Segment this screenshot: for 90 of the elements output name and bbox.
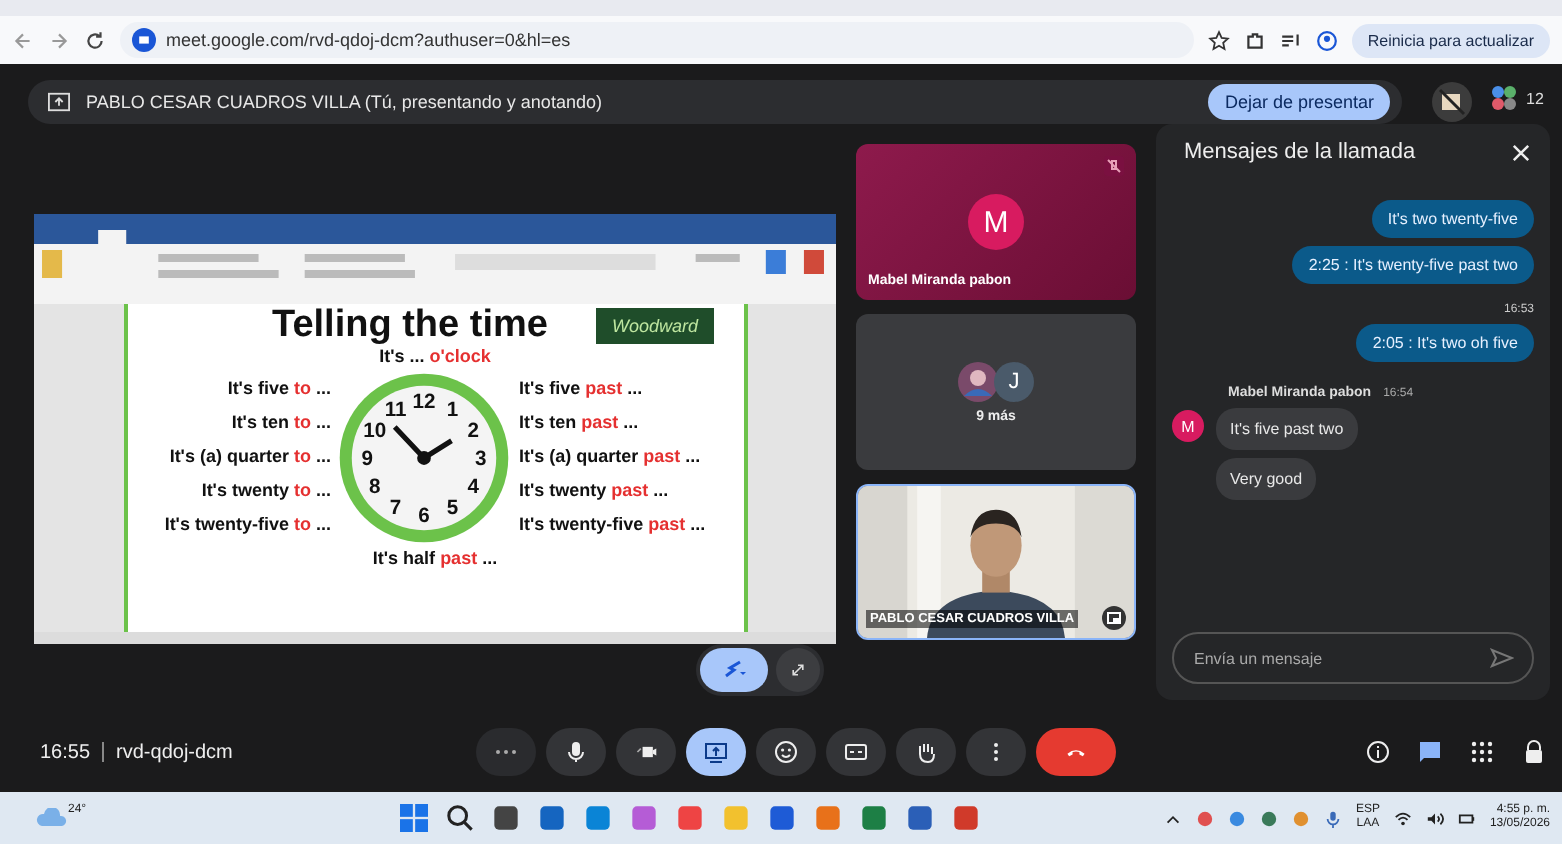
app-icon[interactable] — [768, 804, 796, 832]
clock-label: It's ten to ... — [231, 414, 331, 432]
clock-label: It's (a) quarter to ... — [169, 448, 331, 466]
chat-title: Mensajes de la llamada — [1184, 140, 1416, 164]
clock-number: 11 — [385, 398, 408, 421]
fullscreen-button[interactable] — [776, 648, 820, 692]
search-icon[interactable] — [446, 804, 474, 832]
clock-number: 9 — [362, 447, 374, 470]
clock-label: It's half past ... — [372, 549, 498, 567]
update-button[interactable]: Reinicia para actualizar — [1351, 23, 1550, 57]
clock-number: 10 — [364, 419, 388, 442]
clock-label: It's twenty-five to ... — [164, 516, 331, 534]
present-button[interactable] — [686, 728, 746, 776]
message-field[interactable]: Envía un mensaje — [1172, 632, 1534, 684]
emoji-button[interactable] — [756, 728, 816, 776]
send-icon[interactable] — [1490, 648, 1514, 668]
microphone-icon — [564, 740, 588, 764]
clock-label: It's twenty-five past ... — [518, 516, 706, 534]
pin-icon[interactable] — [1102, 606, 1126, 630]
meeting-time: 16:55 — [40, 741, 91, 763]
pen-icon — [722, 660, 746, 680]
app-icon[interactable] — [492, 804, 520, 832]
annotate-button[interactable] — [700, 648, 768, 692]
close-icon[interactable] — [1512, 143, 1530, 161]
start-icon[interactable] — [400, 804, 428, 832]
people-icon — [1490, 84, 1518, 112]
sent-message: It's two twenty-five — [1371, 200, 1534, 238]
star-icon[interactable] — [1207, 29, 1230, 51]
volume-icon[interactable] — [1425, 809, 1444, 827]
hangup-button[interactable] — [1036, 728, 1116, 776]
received-message: Very good — [1216, 458, 1317, 500]
microphone-icon[interactable] — [1323, 809, 1342, 827]
avatar — [958, 361, 998, 401]
hand-icon — [914, 740, 938, 764]
clock-number: 8 — [370, 476, 382, 499]
clock-number: 2 — [468, 419, 480, 442]
clock-number: 12 — [413, 391, 437, 414]
clock-number: 7 — [390, 497, 403, 520]
expand-icon — [790, 662, 806, 678]
battery-icon[interactable] — [1457, 809, 1476, 827]
present-icon — [48, 92, 70, 112]
presenter-name: PABLO CESAR CUADROS VILLA (Tú, presentando y anotando) — [86, 92, 604, 112]
app-icon[interactable] — [538, 804, 566, 832]
extensions-icon[interactable] — [1243, 29, 1266, 51]
app-icon[interactable] — [906, 804, 934, 832]
sent-message: 2:05 : It's two oh five — [1356, 324, 1534, 362]
chat-icon[interactable] — [1418, 740, 1442, 764]
sent-message: 2:25 : It's twenty-five past two — [1292, 246, 1534, 284]
captions-icon — [844, 740, 868, 764]
clock-number: 4 — [468, 476, 480, 499]
forward-icon[interactable] — [48, 29, 70, 51]
captions-button[interactable] — [826, 728, 886, 776]
profile-icon[interactable] — [1315, 29, 1338, 51]
clock-label: It's ... o'clock — [379, 347, 491, 365]
wifi-icon[interactable] — [1393, 809, 1412, 827]
site-icon — [132, 28, 156, 52]
meeting-code: rvd-qdoj-dcm — [116, 741, 233, 763]
clock-label: It's five past ... — [518, 380, 645, 398]
hand-button[interactable] — [896, 728, 956, 776]
logo: Woodward — [595, 307, 714, 343]
camera-button[interactable] — [616, 728, 676, 776]
participants-button[interactable]: 12 — [1490, 84, 1544, 112]
clock-label: It's twenty to ... — [201, 482, 331, 500]
address-bar[interactable]: meet.google.com/rvd-qdoj-dcm?authuser=0&hl=es — [120, 22, 1194, 58]
clock-label: It's twenty past ... — [518, 482, 671, 500]
stop-presenting-button[interactable]: Dejar de presentar — [1208, 84, 1390, 120]
avatar: M — [1172, 410, 1204, 442]
clock-number: 1 — [447, 398, 460, 421]
avatar: J — [994, 361, 1034, 401]
back-icon[interactable] — [12, 29, 34, 51]
clock-number: 5 — [447, 497, 460, 520]
clock-label: It's ten past ... — [518, 414, 641, 432]
clock-number: 3 — [476, 447, 488, 470]
present-icon — [704, 740, 728, 764]
clock-number: 6 — [419, 504, 431, 527]
emoji-icon — [774, 740, 798, 764]
clock-label: It's five to ... — [227, 380, 331, 398]
avatar: M — [968, 194, 1024, 250]
reload-icon[interactable] — [84, 29, 106, 51]
app-icon[interactable] — [860, 804, 888, 832]
lock-icon[interactable] — [1522, 740, 1546, 764]
app-icon[interactable] — [952, 804, 980, 832]
mic-button[interactable] — [546, 728, 606, 776]
info-icon[interactable] — [1366, 740, 1390, 764]
received-message: It's five past two — [1216, 408, 1358, 450]
apps-icon[interactable] — [1470, 740, 1494, 764]
document-title: Telling the time — [272, 303, 548, 347]
media-icon[interactable] — [1279, 29, 1302, 51]
camera-off-icon[interactable] — [1432, 82, 1472, 122]
clock-label: It's (a) quarter past ... — [518, 448, 703, 466]
